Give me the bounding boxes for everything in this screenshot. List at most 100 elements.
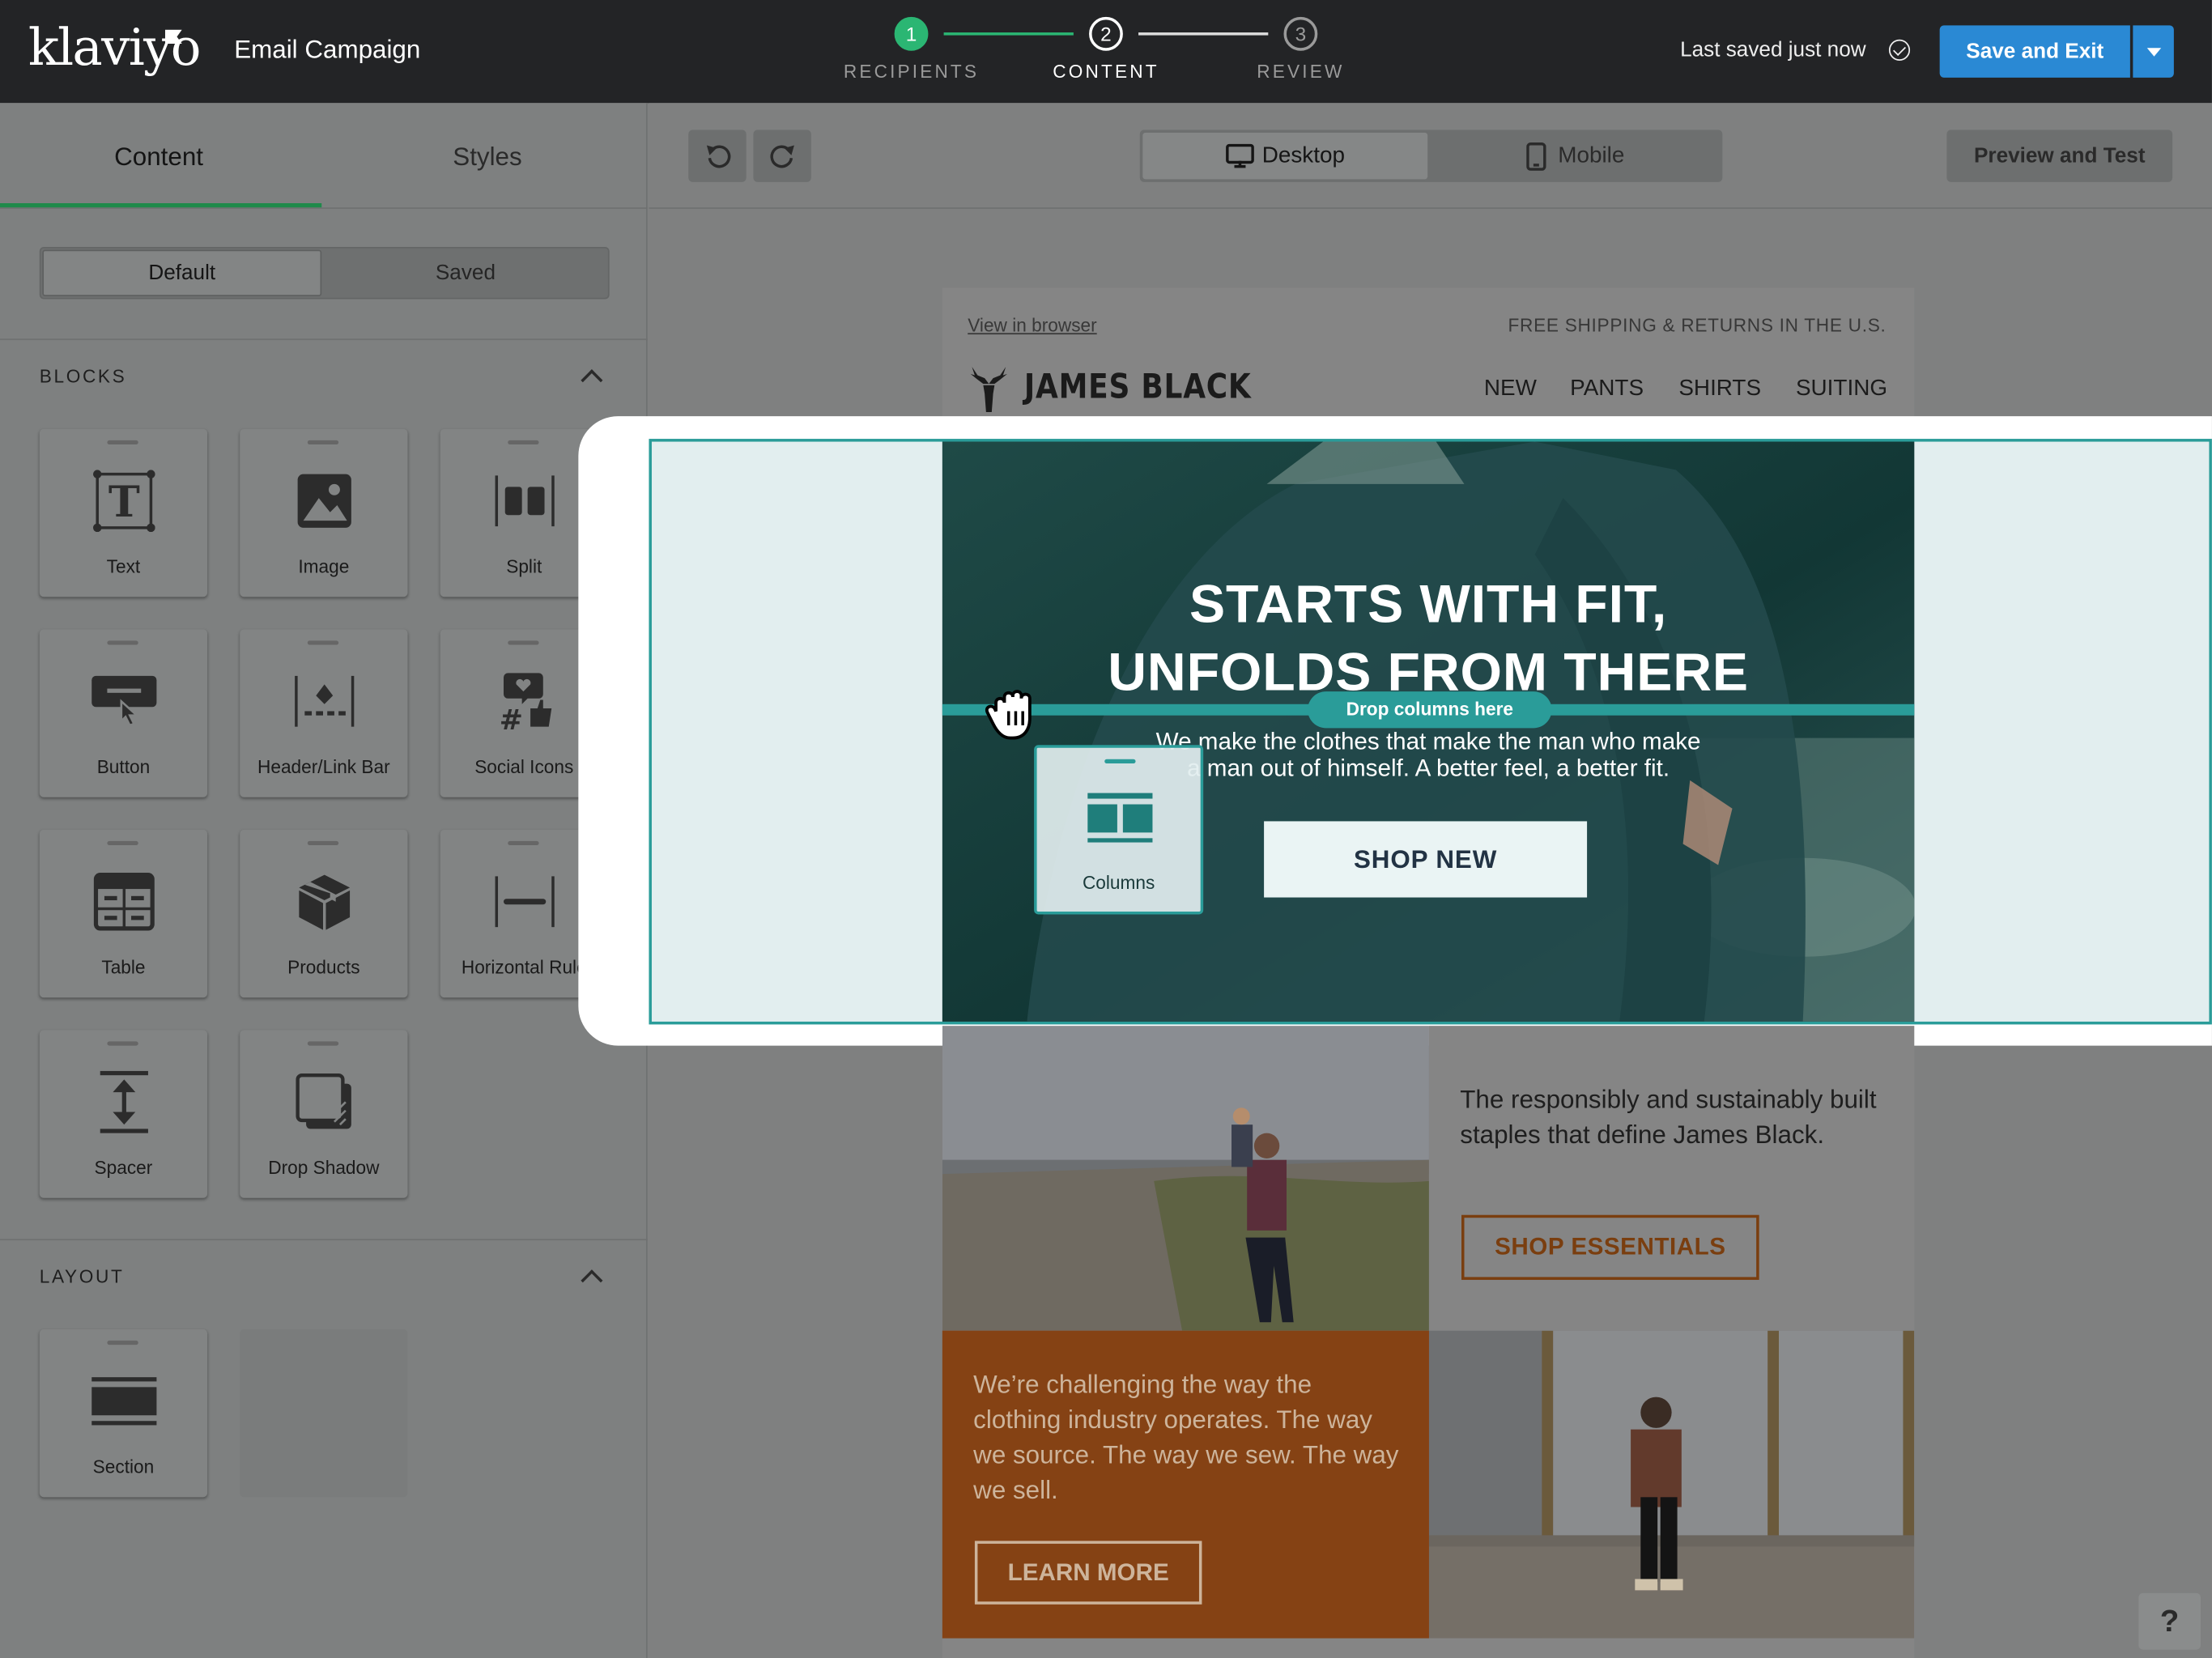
drop-shadow-icon: [240, 1067, 407, 1137]
view-in-browser-link[interactable]: View in browser: [968, 315, 1096, 336]
save-options-dropdown[interactable]: [2133, 25, 2174, 78]
grab-cursor-icon: [985, 690, 1032, 740]
desktop-view-button[interactable]: Desktop: [1142, 132, 1428, 180]
brand-name: JAMES BLACK: [1023, 367, 1252, 406]
drag-grip: [307, 840, 339, 846]
block-text[interactable]: T Text: [39, 428, 208, 597]
empty-slot-placeholder: [240, 1329, 408, 1498]
step-review[interactable]: 3 REVIEW: [1216, 16, 1385, 83]
undo-button[interactable]: [688, 130, 747, 182]
essentials-panel: The responsibly and sustainably built st…: [1428, 1026, 1915, 1331]
nav-link-shirts[interactable]: SHIRTS: [1678, 376, 1761, 402]
drag-block-label: Columns: [1082, 872, 1155, 894]
dragging-columns-block[interactable]: Columns: [1034, 745, 1204, 915]
block-section[interactable]: Section: [39, 1329, 208, 1498]
top-bar: klaviyo Email Campaign 1 RECIPIENTS 2 CO…: [0, 0, 2212, 104]
active-tab-indicator: [0, 202, 322, 208]
mission-text: We’re challenging the way the clothing i…: [973, 1370, 1399, 1505]
button-icon: [40, 666, 207, 737]
block-button[interactable]: Button: [39, 629, 208, 797]
drop-columns-hint: Drop columns here: [1308, 691, 1552, 729]
block-label: Header/Link Bar: [257, 756, 390, 778]
block-label: Drop Shadow: [268, 1157, 380, 1179]
shipping-banner: FREE SHIPPING & RETURNS IN THE U.S.: [1508, 314, 1887, 336]
mobile-icon: [1526, 142, 1547, 171]
block-header-link-bar[interactable]: Header/Link Bar: [240, 629, 408, 797]
block-label: Products: [287, 956, 360, 978]
mobile-label: Mobile: [1558, 142, 1625, 168]
save-and-exit-button[interactable]: Save and Exit: [1939, 25, 2130, 78]
step-number: 3: [1283, 16, 1318, 51]
drag-grip: [307, 440, 339, 445]
step-label: REVIEW: [1257, 60, 1345, 83]
block-source-toggle: Default Saved: [39, 247, 610, 300]
drag-grip: [307, 640, 339, 645]
app-root: klaviyo Email Campaign 1 RECIPIENTS 2 CO…: [0, 0, 2212, 1658]
step-content[interactable]: 2 CONTENT: [1021, 16, 1190, 82]
preview-and-test-button[interactable]: Preview and Test: [1946, 130, 2173, 182]
sidebar-tabs: Content Styles: [0, 103, 648, 209]
block-table[interactable]: Table: [39, 829, 208, 998]
chevron-up-icon[interactable]: [581, 369, 603, 392]
hero-headline: STARTS WITH FIT, UNFOLDS FROM THERE: [942, 572, 1914, 707]
block-drop-shadow[interactable]: Drop Shadow: [240, 1030, 408, 1198]
block-image[interactable]: Image: [240, 428, 408, 597]
check-circle-icon: [1888, 39, 1911, 61]
block-label: Table: [101, 956, 146, 978]
drag-grip: [508, 440, 539, 445]
klaviyo-logo[interactable]: klaviyo: [28, 19, 202, 77]
default-toggle[interactable]: Default: [42, 249, 322, 297]
hero-headline-line1: STARTS WITH FIT,: [1189, 576, 1668, 636]
image-icon: [240, 466, 407, 536]
step-number: 2: [1089, 16, 1123, 51]
step-number: 1: [894, 16, 929, 51]
desktop-icon: [1225, 142, 1254, 168]
block-label: Section: [92, 1456, 155, 1477]
drag-grip: [107, 840, 138, 846]
undo-icon: [706, 144, 730, 168]
drag-grip: [107, 640, 138, 645]
drag-grip: [1104, 759, 1136, 763]
seated-man-photo: [1428, 1330, 1915, 1639]
father-child-photo: [942, 1026, 1429, 1331]
nav-link-new[interactable]: NEW: [1484, 376, 1537, 402]
drag-grip: [107, 440, 138, 445]
redo-icon: [769, 144, 794, 168]
step-recipients[interactable]: 1 RECIPIENTS: [827, 16, 996, 83]
layout-heading: LAYOUT: [39, 1265, 125, 1287]
svg-text:#: #: [499, 704, 522, 732]
table-icon: [40, 866, 207, 937]
block-products[interactable]: Products: [240, 829, 408, 998]
step-label: RECIPIENTS: [843, 60, 980, 83]
photo-seated-man: [1428, 1330, 1915, 1639]
page-title: Email Campaign: [234, 35, 421, 64]
tab-content[interactable]: Content: [114, 142, 203, 172]
hero-section[interactable]: STARTS WITH FIT, UNFOLDS FROM THERE We m…: [942, 441, 1915, 1022]
columns-icon: [1087, 793, 1153, 843]
block-spacer[interactable]: Spacer: [39, 1030, 208, 1198]
desktop-label: Desktop: [1261, 142, 1346, 168]
shop-new-button[interactable]: SHOP NEW: [1264, 821, 1588, 898]
drag-grip: [107, 1340, 138, 1346]
products-icon: [240, 866, 407, 937]
chevron-up-icon[interactable]: [581, 1269, 603, 1292]
block-label: Image: [298, 555, 350, 577]
essentials-text: The responsibly and sustainably built st…: [1460, 1085, 1877, 1149]
view-toggle: Desktop Mobile: [1139, 130, 1723, 182]
text-icon: T: [40, 466, 207, 536]
redo-button[interactable]: [753, 130, 811, 182]
nav-link-suiting[interactable]: SUITING: [1796, 376, 1887, 402]
help-button[interactable]: ?: [2138, 1592, 2201, 1650]
block-label: Text: [106, 555, 141, 577]
block-label: Spacer: [94, 1157, 153, 1179]
nav-link-pants[interactable]: PANTS: [1570, 376, 1644, 402]
divider: [0, 1239, 648, 1241]
divider: [0, 338, 648, 341]
tab-styles[interactable]: Styles: [453, 142, 521, 172]
learn-more-button[interactable]: LEARN MORE: [974, 1541, 1202, 1605]
saved-toggle[interactable]: Saved: [325, 250, 605, 297]
block-label: Button: [96, 756, 151, 778]
section-icon: [40, 1366, 207, 1436]
mobile-view-button[interactable]: Mobile: [1433, 133, 1718, 180]
shop-essentials-button[interactable]: SHOP ESSENTIALS: [1461, 1214, 1759, 1280]
